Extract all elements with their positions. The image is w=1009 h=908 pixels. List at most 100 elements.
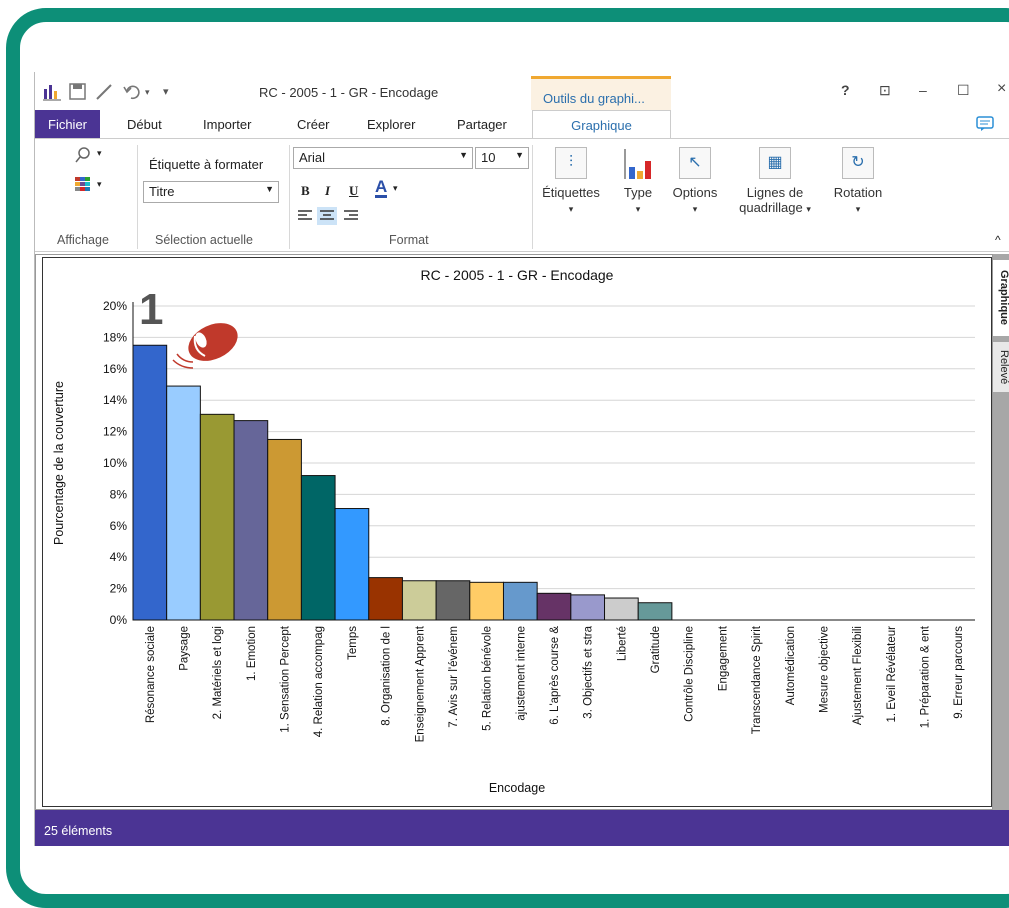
chevron-down-icon: ▼	[265, 184, 274, 194]
edit-pencil-icon[interactable]	[95, 83, 113, 100]
search-dropdown-icon[interactable]: ▾	[97, 148, 102, 159]
context-tab-chart-tools: Outils du graphi...	[531, 76, 671, 110]
bar	[334, 508, 370, 621]
options-button[interactable]: ↖ Options ▾	[667, 147, 723, 215]
ribbon: ▾ ▾ Affichage Étiquette à formater Titre…	[35, 138, 1009, 252]
help-button[interactable]: ?	[841, 82, 850, 98]
font-color-dropdown-icon[interactable]: ▾	[393, 183, 398, 194]
selection-combo[interactable]: Titre ▼	[143, 181, 279, 203]
x-tick-label: 3. Objectifs et stra	[583, 625, 595, 718]
font-color-button[interactable]: A	[375, 178, 388, 198]
type-label: Type	[623, 185, 653, 200]
bar	[536, 592, 572, 621]
app-chart-icon[interactable]	[43, 83, 63, 101]
chevron-down-icon: ▾	[568, 204, 574, 214]
chart-area[interactable]: RC - 2005 - 1 - GR - Encodage 0% 2% 4% 6% 8% 1…	[42, 257, 992, 807]
color-dropdown-icon[interactable]: ▾	[97, 179, 102, 190]
collapse-ribbon-button[interactable]: ^	[995, 233, 1001, 247]
undo-icon[interactable]	[123, 83, 141, 100]
bar-chart: RC - 2005 - 1 - GR - Encodage 0% 2% 4% 6% 8% 1…	[52, 267, 975, 795]
underline-button[interactable]: U	[349, 183, 358, 199]
quick-access-toolbar: ▾ ▾ RC - 2005 - 1 - GR - Encodage Outils…	[35, 72, 1009, 112]
color-grid-icon[interactable]	[75, 177, 91, 191]
tab-creer[interactable]: Créer	[297, 110, 330, 138]
tab-importer[interactable]: Importer	[203, 110, 251, 138]
x-tick-label: Ajustement Flexibili	[852, 626, 864, 725]
align-right-icon[interactable]	[343, 209, 359, 223]
label-etiquette-a-formater: Étiquette à formater	[149, 157, 264, 172]
x-tick-label: 1. Eveil Révélateur	[886, 626, 898, 723]
ribbon-display-options-button[interactable]: ⊡	[879, 82, 891, 99]
x-tick-label: Gratitude	[650, 626, 662, 673]
bar	[604, 597, 639, 621]
font-name-combo[interactable]: Arial ▼	[293, 147, 473, 169]
chevron-down-icon: ▾	[692, 204, 698, 214]
customize-toolbar-icon[interactable]: ▾	[163, 85, 169, 98]
comment-icon[interactable]	[976, 116, 994, 132]
tab-explorer[interactable]: Explorer	[367, 110, 415, 138]
y-tick-label: 20%	[103, 299, 127, 313]
close-button[interactable]: ×	[997, 80, 1006, 98]
search-icon[interactable]	[75, 147, 91, 163]
ribbon-separator	[137, 145, 138, 249]
group-label-affichage: Affichage	[57, 233, 109, 247]
x-axis-label: Encodage	[489, 781, 545, 795]
x-tick-label: Transcendance Spirit	[751, 625, 763, 734]
y-tick-label: 12%	[103, 425, 127, 439]
italic-button[interactable]: I	[325, 183, 330, 199]
gridlines-label-1: Lignes de	[746, 185, 804, 200]
bar	[132, 344, 168, 621]
ribbon-tabs: Fichier Début Importer Créer Explorer Pa…	[35, 110, 1009, 138]
etiquettes-label: Étiquettes	[542, 185, 600, 200]
options-label: Options	[672, 185, 718, 200]
align-center-icon[interactable]	[317, 207, 337, 225]
etiquettes-button[interactable]: ⫶ Étiquettes ▾	[539, 147, 603, 215]
y-tick-label: 4%	[110, 550, 128, 564]
y-tick-label: 2%	[110, 582, 128, 596]
x-tick-label: Contrôle Discipline	[684, 626, 696, 722]
rotation-button[interactable]: ↻ Rotation ▾	[825, 147, 891, 215]
y-tick-label: 10%	[103, 456, 127, 470]
x-tick-label: 1. Préparation & ent	[919, 625, 931, 728]
application-window: ▾ ▾ RC - 2005 - 1 - GR - Encodage Outils…	[34, 72, 1009, 846]
bar	[469, 581, 504, 621]
x-tick-label: 1. Emotion	[246, 626, 258, 681]
font-size-combo[interactable]: 10 ▼	[475, 147, 529, 169]
ribbon-separator	[289, 145, 290, 249]
bold-button[interactable]: B	[301, 183, 310, 199]
side-tab-graphique[interactable]: Graphique	[993, 260, 1009, 336]
x-tick-label: 4. Relation accompag	[313, 626, 325, 737]
tab-graphique[interactable]: Graphique	[532, 110, 671, 138]
gridlines-label-2: quadrillage	[739, 200, 803, 215]
save-icon[interactable]	[69, 83, 86, 100]
bar	[637, 602, 673, 621]
undo-dropdown-icon[interactable]: ▾	[145, 87, 150, 98]
minimize-button[interactable]: –	[919, 82, 927, 98]
gridlines-button[interactable]: ▦ Lignes de quadrillage ▾	[729, 147, 821, 215]
x-tick-label: 8. Organisation de l	[381, 626, 393, 726]
bar	[401, 580, 437, 621]
group-label-format: Format	[389, 233, 429, 247]
rotation-label: Rotation	[833, 185, 883, 200]
chevron-down-icon: ▾	[806, 204, 811, 214]
tab-debut[interactable]: Début	[127, 110, 162, 138]
tab-fichier[interactable]: Fichier	[35, 110, 101, 138]
x-tick-label: Paysage	[179, 626, 191, 671]
bar	[166, 385, 201, 621]
x-tick-label: Résonance sociale	[145, 626, 157, 723]
status-item-count: 25 éléments	[44, 824, 113, 838]
align-left-icon[interactable]	[297, 209, 313, 223]
bar	[570, 594, 606, 621]
maximize-button[interactable]: ☐	[957, 82, 970, 99]
tab-partager[interactable]: Partager	[457, 110, 507, 138]
y-tick-label: 14%	[103, 393, 127, 407]
y-tick-label: 8%	[110, 487, 128, 501]
rotate-icon: ↻	[842, 147, 874, 179]
type-button[interactable]: Type ▾	[615, 147, 661, 215]
x-tick-label: Mesure objective	[818, 626, 830, 713]
x-tick-label: 9. Erreur parcours	[953, 626, 965, 719]
window-title: RC - 2005 - 1 - GR - Encodage	[259, 85, 439, 100]
x-tick-label: 5. Relation bénévole	[482, 626, 494, 731]
chart-view: RC - 2005 - 1 - GR - Encodage 0% 2% 4% 6% 8% 1…	[35, 254, 993, 810]
side-tab-releve[interactable]: Relevé	[993, 342, 1009, 392]
